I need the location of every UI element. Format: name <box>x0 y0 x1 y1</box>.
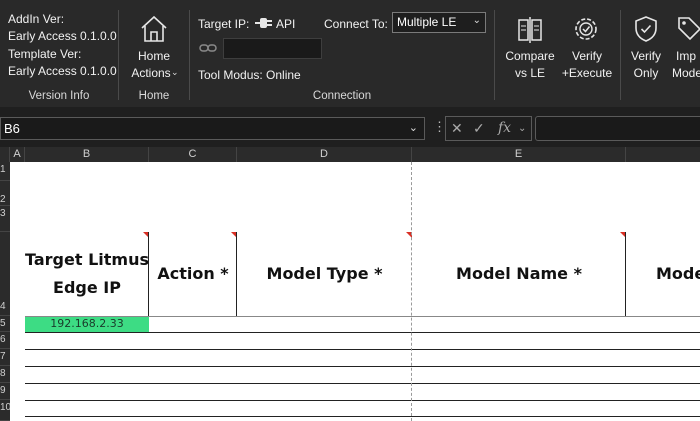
api-label: API <box>276 17 296 31</box>
addin-version-label: AddIn Ver: <box>8 12 65 26</box>
group-label-version-info: Version Info <box>28 90 90 102</box>
header-target-ip-line2: Edge IP <box>53 278 121 297</box>
name-box[interactable]: B6 ⌄ <box>0 117 425 140</box>
header-cell-model-cutoff[interactable]: Mode <box>626 232 700 316</box>
template-version-label: Template Ver: <box>8 47 82 61</box>
home-icon <box>141 15 167 42</box>
compare-vs-le-button[interactable]: Compare vs LE <box>502 10 558 84</box>
import-label-line2: Mode <box>672 66 700 80</box>
chevron-down-icon: ⌄ <box>472 15 481 26</box>
formula-input[interactable] <box>535 116 700 141</box>
ribbon-separator <box>189 10 190 100</box>
verify-execute-button[interactable]: Verify +Execute <box>560 10 614 84</box>
connect-to-select[interactable]: Multiple LE ⌄ <box>392 12 486 33</box>
column-header-c[interactable]: C <box>149 147 237 162</box>
target-ip-input[interactable] <box>223 38 322 59</box>
column-header-f[interactable] <box>626 147 700 162</box>
verify-only-label-line1: Verify <box>630 49 661 63</box>
column-header-e[interactable]: E <box>412 147 626 162</box>
ribbon: AddIn Ver: Early Access 0.1.0.0 Template… <box>0 0 700 107</box>
header-cell-action[interactable]: Action * <box>149 232 237 316</box>
row-border <box>25 349 700 350</box>
row-header-3[interactable]: 3 <box>0 206 10 232</box>
verify-only-button[interactable]: Verify Only <box>624 10 668 84</box>
row-header-1[interactable]: 1 <box>0 162 10 181</box>
verify-execute-label-line1: Verify <box>571 49 602 63</box>
select-all-corner[interactable] <box>0 147 10 162</box>
verify-only-label-line2: Only <box>633 66 659 80</box>
link-icon[interactable] <box>199 40 217 56</box>
row-header-8[interactable]: 8 <box>0 366 10 383</box>
header-cell-target-ip[interactable]: Target Litmus Edge IP <box>25 232 149 316</box>
verify-execute-label-line2: +Execute <box>561 66 613 80</box>
api-toggle[interactable]: API <box>255 14 297 32</box>
import-label-line1: Imp <box>676 49 697 63</box>
gear-check-icon <box>575 18 597 40</box>
shield-check-icon <box>635 16 657 42</box>
tool-modus-status: Tool Modus: Online <box>198 68 301 82</box>
row-border <box>25 366 700 367</box>
target-ip-label: Target IP: <box>198 17 250 31</box>
row-header-4[interactable]: 4 <box>0 232 10 316</box>
group-label-home: Home <box>138 90 170 102</box>
chevron-down-icon: ⌄ <box>408 122 418 134</box>
addin-version-value: Early Access 0.1.0.0 <box>8 29 117 43</box>
row-border <box>25 316 700 317</box>
cell-b6-target-ip[interactable]: 192.168.2.33 <box>25 316 149 332</box>
ribbon-separator <box>494 10 495 100</box>
cell-border <box>148 232 149 316</box>
tag-icon <box>678 17 700 41</box>
column-header-d[interactable]: D <box>237 147 412 162</box>
row-header-7[interactable]: 7 <box>0 349 10 366</box>
compare-label-line1: Compare <box>505 49 555 63</box>
home-button-label-line1: Home <box>137 49 170 63</box>
page-break-line <box>411 162 412 421</box>
row-header-10[interactable]: 10 <box>0 400 10 421</box>
cell-border <box>625 232 626 316</box>
column-header-a[interactable]: A <box>10 147 25 162</box>
insert-function-icon[interactable]: fx <box>498 120 511 136</box>
chevron-down-icon[interactable]: ⌄ <box>518 123 526 134</box>
chevron-down-icon: ⌄ <box>171 67 179 77</box>
row-header-6[interactable]: 6 <box>0 332 10 349</box>
header-cell-model-type[interactable]: Model Type * <box>237 232 412 316</box>
check-icon[interactable]: ✓ <box>473 120 485 137</box>
cell-border <box>236 232 237 316</box>
compare-label-line2: vs LE <box>514 66 545 80</box>
connect-to-value: Multiple LE <box>397 15 457 29</box>
row-header-5[interactable]: 5 <box>0 316 10 332</box>
row-header-9[interactable]: 9 <box>0 383 10 400</box>
import-model-button[interactable]: Imp Mode <box>672 10 700 84</box>
ribbon-separator <box>620 10 621 100</box>
name-box-value: B6 <box>4 121 20 136</box>
row-border <box>25 383 700 384</box>
row-border <box>25 332 700 333</box>
column-header-b[interactable]: B <box>25 147 149 162</box>
header-cell-model-name[interactable]: Model Name * <box>412 232 626 316</box>
cancel-icon[interactable]: ✕ <box>451 120 463 137</box>
home-actions-button[interactable]: Home Actions ⌄ <box>122 10 186 84</box>
ribbon-separator <box>118 10 119 100</box>
group-label-connection: Connection <box>312 90 372 102</box>
row-header-2[interactable]: 2 <box>0 181 10 206</box>
connect-to-label: Connect To: <box>324 17 388 31</box>
header-target-ip-line1: Target Litmus <box>25 250 149 269</box>
row-border <box>25 416 700 417</box>
plug-icon <box>255 18 272 28</box>
template-version-value: Early Access 0.1.0.0 <box>8 64 117 78</box>
compare-icon <box>518 17 542 43</box>
formula-buttons: ✕ ✓ fx ⌄ <box>445 116 532 141</box>
row-border <box>25 400 700 401</box>
